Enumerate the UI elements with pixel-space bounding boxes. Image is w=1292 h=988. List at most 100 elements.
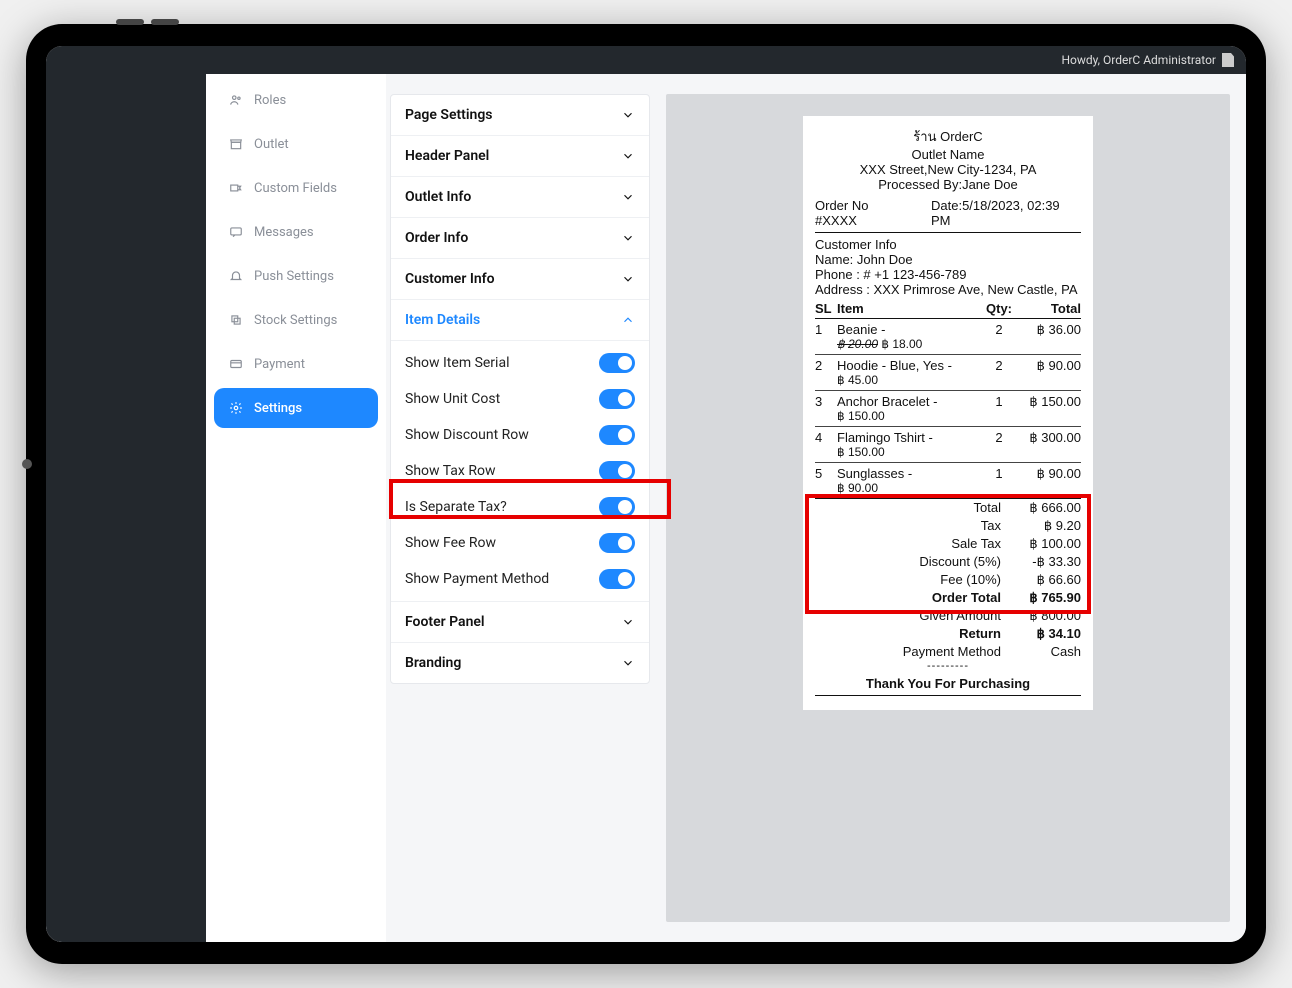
wp-admin-bar: Howdy, OrderC Administrator: [46, 46, 1246, 74]
admin-greeting[interactable]: Howdy, OrderC Administrator: [1061, 53, 1216, 67]
option-show-payment-method: Show Payment Method: [391, 561, 649, 597]
toggle-show-fee-row[interactable]: [599, 533, 635, 553]
sidebar-item-label: Settings: [254, 401, 302, 416]
accordion-customer-info[interactable]: Customer Info: [391, 259, 649, 300]
chevron-down-icon: [621, 615, 635, 629]
totals-discount: Discount (5%)-฿ 33.30: [815, 553, 1081, 571]
receipt-item-row: 4Flamingo Tshirt -฿ 150.002฿ 300.00: [815, 427, 1081, 463]
receipt-preview-area: ร้าน OrderC Outlet Name XXX Street,New C…: [666, 94, 1230, 922]
chevron-down-icon: [621, 272, 635, 286]
gear-icon: [228, 400, 244, 416]
sidebar-item-label: Payment: [254, 357, 305, 372]
accordion-label: Item Details: [405, 312, 480, 328]
sidebar-item-label: Messages: [254, 225, 314, 240]
layers-icon: [228, 312, 244, 328]
receipt-outlet-name: Outlet Name: [815, 147, 1081, 162]
date-label: Date:: [931, 198, 962, 213]
totals-order-total: Order Total฿ 765.90: [815, 589, 1081, 607]
receipt-item-row: 3Anchor Bracelet -฿ 150.001฿ 150.00: [815, 391, 1081, 427]
accordion-header-panel[interactable]: Header Panel: [391, 136, 649, 177]
sidebar-item-label: Roles: [254, 93, 286, 108]
accordion-label: Header Panel: [405, 148, 489, 164]
receipt-processed-by: Processed By:Jane Doe: [815, 177, 1081, 192]
chevron-down-icon: [621, 231, 635, 245]
chevron-down-icon: [621, 656, 635, 670]
chevron-down-icon: [621, 108, 635, 122]
option-show-tax-row: Show Tax Row: [391, 453, 649, 489]
accordion-order-info[interactable]: Order Info: [391, 218, 649, 259]
sidebar-item-label: Custom Fields: [254, 181, 337, 196]
sidebar-item-label: Stock Settings: [254, 313, 337, 328]
wp-admin-left-column: [46, 74, 206, 942]
toggle-show-unit-cost[interactable]: [599, 389, 635, 409]
accordion-outlet-info[interactable]: Outlet Info: [391, 177, 649, 218]
totals-fee: Fee (10%)฿ 66.60: [815, 571, 1081, 589]
receipt-item-row: 5Sunglasses -฿ 90.001฿ 90.00: [815, 463, 1081, 499]
profile-icon[interactable]: [1222, 53, 1234, 67]
chevron-up-icon: [621, 313, 635, 327]
option-label: Show Unit Cost: [405, 391, 500, 407]
sidebar-item-push-settings[interactable]: Push Settings: [214, 256, 378, 296]
accordion-page-settings[interactable]: Page Settings: [391, 95, 649, 136]
tag-icon: [228, 180, 244, 196]
accordion-branding[interactable]: Branding: [391, 643, 649, 683]
totals-given: Given Amount฿ 800.00: [815, 607, 1081, 625]
users-icon: [228, 92, 244, 108]
receipt-separator: ---------: [815, 660, 1081, 672]
accordion-label: Branding: [405, 655, 461, 671]
totals-return: Return฿ 34.10: [815, 625, 1081, 643]
option-label: Show Tax Row: [405, 463, 495, 479]
sidebar-item-custom-fields[interactable]: Custom Fields: [214, 168, 378, 208]
accordion-footer-panel[interactable]: Footer Panel: [391, 602, 649, 643]
toggle-show-item-serial[interactable]: [599, 353, 635, 373]
receipt-store-name: ร้าน OrderC: [815, 126, 1081, 147]
order-no-label: Order No: [815, 198, 868, 213]
receipt-item-row: 2Hoodie - Blue, Yes -฿ 45.002฿ 90.00: [815, 355, 1081, 391]
card-icon: [228, 356, 244, 372]
toggle-show-discount-row[interactable]: [599, 425, 635, 445]
content-area: Roles Outlet Custom Fields Messages: [46, 74, 1246, 942]
toggle-show-payment-method[interactable]: [599, 569, 635, 589]
sidebar-item-outlet[interactable]: Outlet: [214, 124, 378, 164]
col-item: Item: [837, 299, 979, 319]
customer-phone: Phone : # +1 123-456-789: [815, 267, 1081, 282]
item-details-options: Show Item Serial Show Unit Cost Show Dis…: [391, 341, 649, 602]
receipt: ร้าน OrderC Outlet Name XXX Street,New C…: [803, 116, 1093, 710]
chevron-down-icon: [621, 149, 635, 163]
option-show-fee-row: Show Fee Row: [391, 525, 649, 561]
tablet-hw-button: [151, 19, 179, 25]
main-wrap: Roles Outlet Custom Fields Messages: [206, 74, 1246, 942]
sidebar-item-payment[interactable]: Payment: [214, 344, 378, 384]
sidebar-item-label: Push Settings: [254, 269, 334, 284]
customer-info-header: Customer Info: [815, 237, 1081, 252]
option-label: Show Item Serial: [405, 355, 509, 371]
col-qty: Qty:: [979, 299, 1019, 319]
tablet-frame: Howdy, OrderC Administrator Roles Outlet: [26, 24, 1266, 964]
accordion-item-details[interactable]: Item Details: [391, 300, 649, 341]
order-no-value: #XXXX: [815, 213, 868, 228]
accordion-label: Order Info: [405, 230, 468, 246]
bell-icon: [228, 268, 244, 284]
plugin-sidebar: Roles Outlet Custom Fields Messages: [206, 74, 386, 942]
sidebar-item-roles[interactable]: Roles: [214, 88, 378, 120]
customer-address: Address : XXX Primrose Ave, New Castle, …: [815, 282, 1081, 297]
accordion-label: Customer Info: [405, 271, 495, 287]
option-label: Show Fee Row: [405, 535, 496, 551]
toggle-show-tax-row[interactable]: [599, 461, 635, 481]
option-is-separate-tax: Is Separate Tax?: [391, 489, 649, 525]
option-label: Show Payment Method: [405, 571, 549, 587]
accordion-label: Footer Panel: [405, 614, 485, 630]
accordion-label: Outlet Info: [405, 189, 471, 205]
totals-sale-tax: Sale Tax฿ 100.00: [815, 535, 1081, 553]
totals-payment-method: Payment MethodCash: [815, 643, 1081, 660]
settings-panel: Page Settings Header Panel Outlet Info O…: [390, 94, 650, 684]
col-total: Total: [1019, 299, 1081, 319]
toggle-is-separate-tax[interactable]: [599, 497, 635, 517]
col-sl: SL: [815, 299, 837, 319]
receipt-order-row: Order No #XXXX Date:5/18/2023, 02:39 PM: [815, 198, 1081, 228]
sidebar-item-messages[interactable]: Messages: [214, 212, 378, 252]
sidebar-item-settings[interactable]: Settings: [214, 388, 378, 428]
accordion-label: Page Settings: [405, 107, 493, 123]
chevron-down-icon: [621, 190, 635, 204]
sidebar-item-stock-settings[interactable]: Stock Settings: [214, 300, 378, 340]
